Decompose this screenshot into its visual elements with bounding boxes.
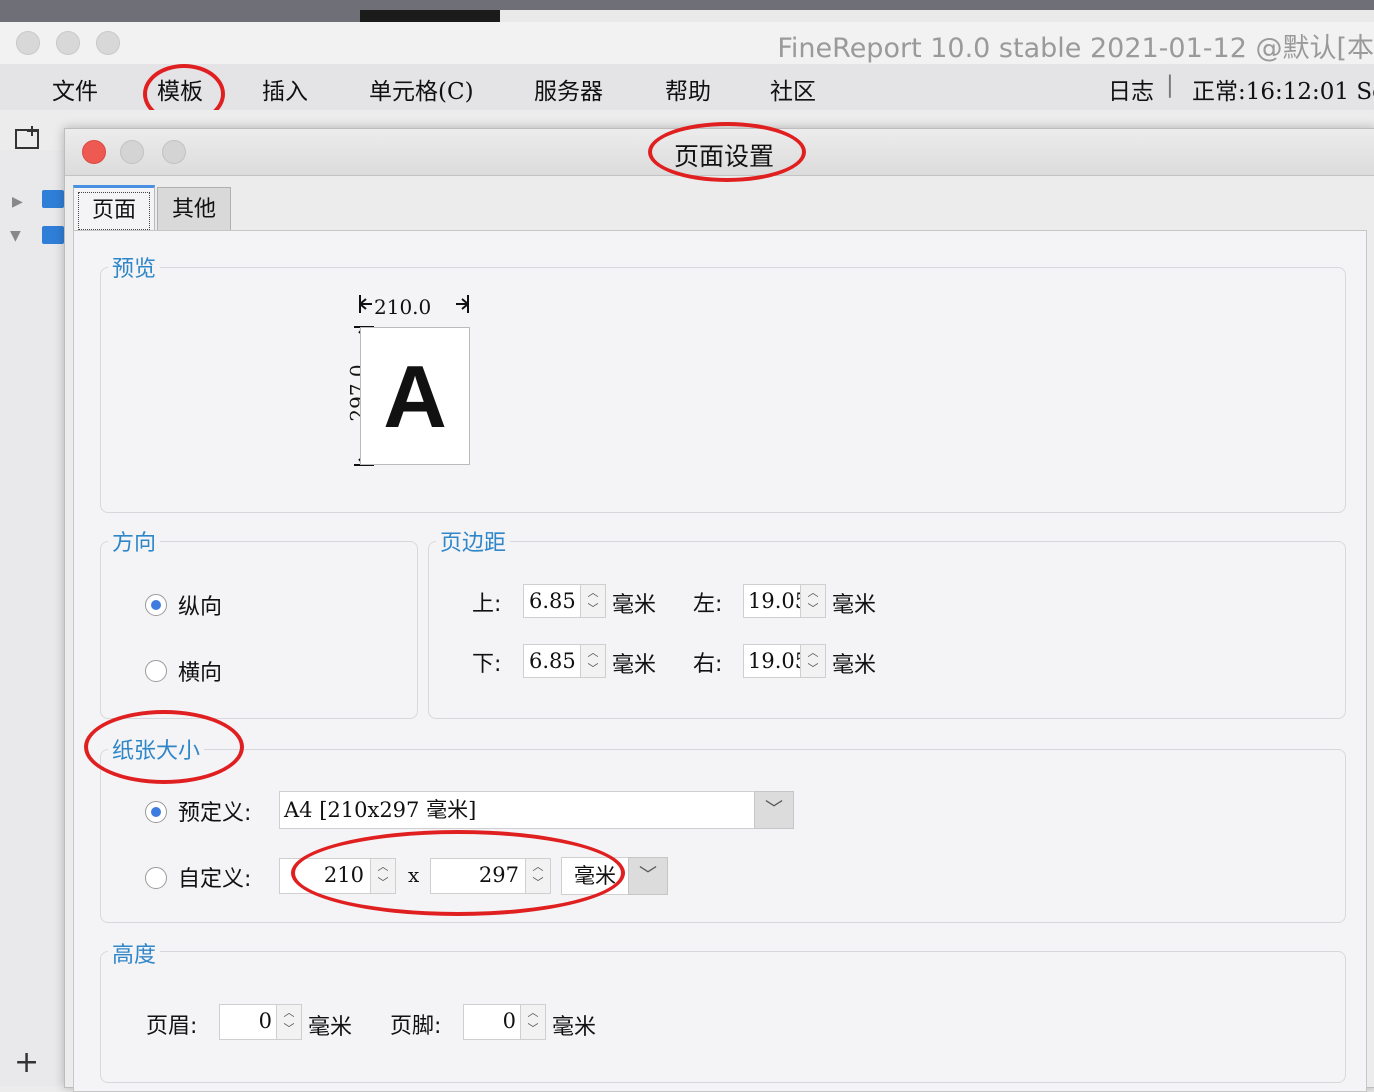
menu-cell[interactable]: 单元格(C): [369, 72, 474, 106]
annotation-circle-paper-size: [84, 710, 244, 784]
margin-top-stepper[interactable]: ︿ ﹀: [580, 584, 606, 618]
page-preview: A: [360, 327, 470, 465]
margin-right-label: 右:: [693, 652, 723, 677]
custom-label: 自定义:: [178, 867, 252, 892]
annotation-circle-dialog-title: [648, 122, 806, 182]
left-file-panel: ▶ ▼ +: [0, 150, 65, 1086]
footer-height-label: 页脚:: [390, 1014, 442, 1039]
footer-height-stepper[interactable]: ︿ ﹀: [520, 1004, 546, 1040]
page-setup-dialog: 页面设置 页面 其他 预览 210.0 297.0 A 方向 纵向 横向 页边距…: [64, 128, 1374, 1092]
annotation-circle-custom-size: [291, 830, 625, 916]
margin-right-stepper[interactable]: ︿ ﹀: [800, 644, 826, 678]
header-height-input[interactable]: 0: [219, 1004, 277, 1040]
predefined-paper-select[interactable]: A4 [210x297 毫米]: [279, 791, 755, 829]
menu-insert[interactable]: 插入: [262, 72, 308, 106]
header-height-stepper[interactable]: ︿ ﹀: [276, 1004, 302, 1040]
margin-bottom-label: 下:: [472, 652, 502, 677]
orientation-legend: 方向: [108, 525, 161, 557]
footer-height-unit: 毫米: [552, 1015, 597, 1040]
tab-page-label: 页面: [78, 192, 150, 230]
zoom-window-button[interactable]: [96, 31, 120, 55]
predefined-radio[interactable]: [145, 801, 167, 823]
margin-right-unit: 毫米: [832, 653, 877, 678]
portrait-radio[interactable]: [145, 594, 167, 616]
paper-size-group: [100, 749, 1346, 923]
desktop-strip: [0, 0, 1374, 22]
menu-file[interactable]: 文件: [52, 72, 98, 106]
preview-sample-letter: A: [383, 347, 447, 446]
menu-help[interactable]: 帮助: [665, 72, 711, 106]
header-height-unit: 毫米: [308, 1015, 353, 1040]
close-window-button[interactable]: [16, 31, 40, 55]
margin-left-input[interactable]: 19.05: [743, 584, 801, 618]
background-tab-strip: [500, 10, 1374, 22]
background-tab: [360, 10, 500, 22]
menu-community[interactable]: 社区: [770, 72, 816, 106]
chevron-down-icon[interactable]: ﹀: [628, 857, 668, 895]
margin-bottom-unit: 毫米: [612, 653, 657, 678]
chevron-down-icon[interactable]: ﹀: [754, 791, 794, 829]
folder-icon[interactable]: [42, 190, 64, 208]
margins-legend: 页边距: [436, 525, 511, 557]
new-template-icon[interactable]: [14, 124, 48, 152]
margin-bottom-stepper[interactable]: ︿ ﹀: [580, 644, 606, 678]
margin-top-label: 上:: [472, 592, 502, 617]
minimize-window-button[interactable]: [56, 31, 80, 55]
page-tab-panel: 预览 210.0 297.0 A 方向 纵向 横向 页边距 上: 6.85 ︿ ﹀…: [73, 230, 1367, 1092]
preview-group: [100, 267, 1346, 513]
margin-left-unit: 毫米: [832, 593, 877, 618]
status-time: 正常:16:12:01 Se: [1192, 79, 1374, 105]
orientation-group: [100, 541, 418, 719]
margin-top-unit: 毫米: [612, 593, 657, 618]
page-width-label: 210.0: [374, 295, 432, 319]
expand-arrow-icon[interactable]: ▶: [12, 194, 23, 210]
app-title-bar: FineReport 10.0 stable 2021-01-12 @默认[本: [0, 22, 1374, 65]
margins-group: [428, 541, 1346, 719]
folder-icon[interactable]: [42, 226, 64, 244]
custom-radio[interactable]: [145, 867, 167, 889]
footer-height-input[interactable]: 0: [463, 1004, 521, 1040]
log-button[interactable]: 日志: [1108, 72, 1154, 106]
height-legend: 高度: [108, 937, 161, 969]
predefined-label: 预定义:: [178, 801, 252, 826]
margin-left-label: 左:: [693, 592, 723, 617]
margin-left-stepper[interactable]: ︿ ﹀: [800, 584, 826, 618]
add-icon[interactable]: +: [14, 1045, 39, 1080]
portrait-label: 纵向: [178, 595, 223, 620]
collapse-arrow-icon[interactable]: ▼: [10, 228, 21, 244]
menu-server[interactable]: 服务器: [534, 72, 603, 106]
app-title: FineReport 10.0 stable 2021-01-12 @默认[本: [777, 33, 1374, 64]
preview-legend: 预览: [108, 251, 161, 283]
margin-bottom-input[interactable]: 6.85: [523, 644, 581, 678]
menu-separator: |: [1166, 72, 1174, 98]
tab-other[interactable]: 其他: [157, 187, 231, 230]
landscape-label: 横向: [178, 661, 223, 686]
landscape-radio[interactable]: [145, 660, 167, 682]
margin-right-input[interactable]: 19.05: [743, 644, 801, 678]
tab-page[interactable]: 页面: [73, 185, 155, 234]
header-height-label: 页眉:: [146, 1014, 198, 1039]
margin-top-input[interactable]: 6.85: [523, 584, 581, 618]
